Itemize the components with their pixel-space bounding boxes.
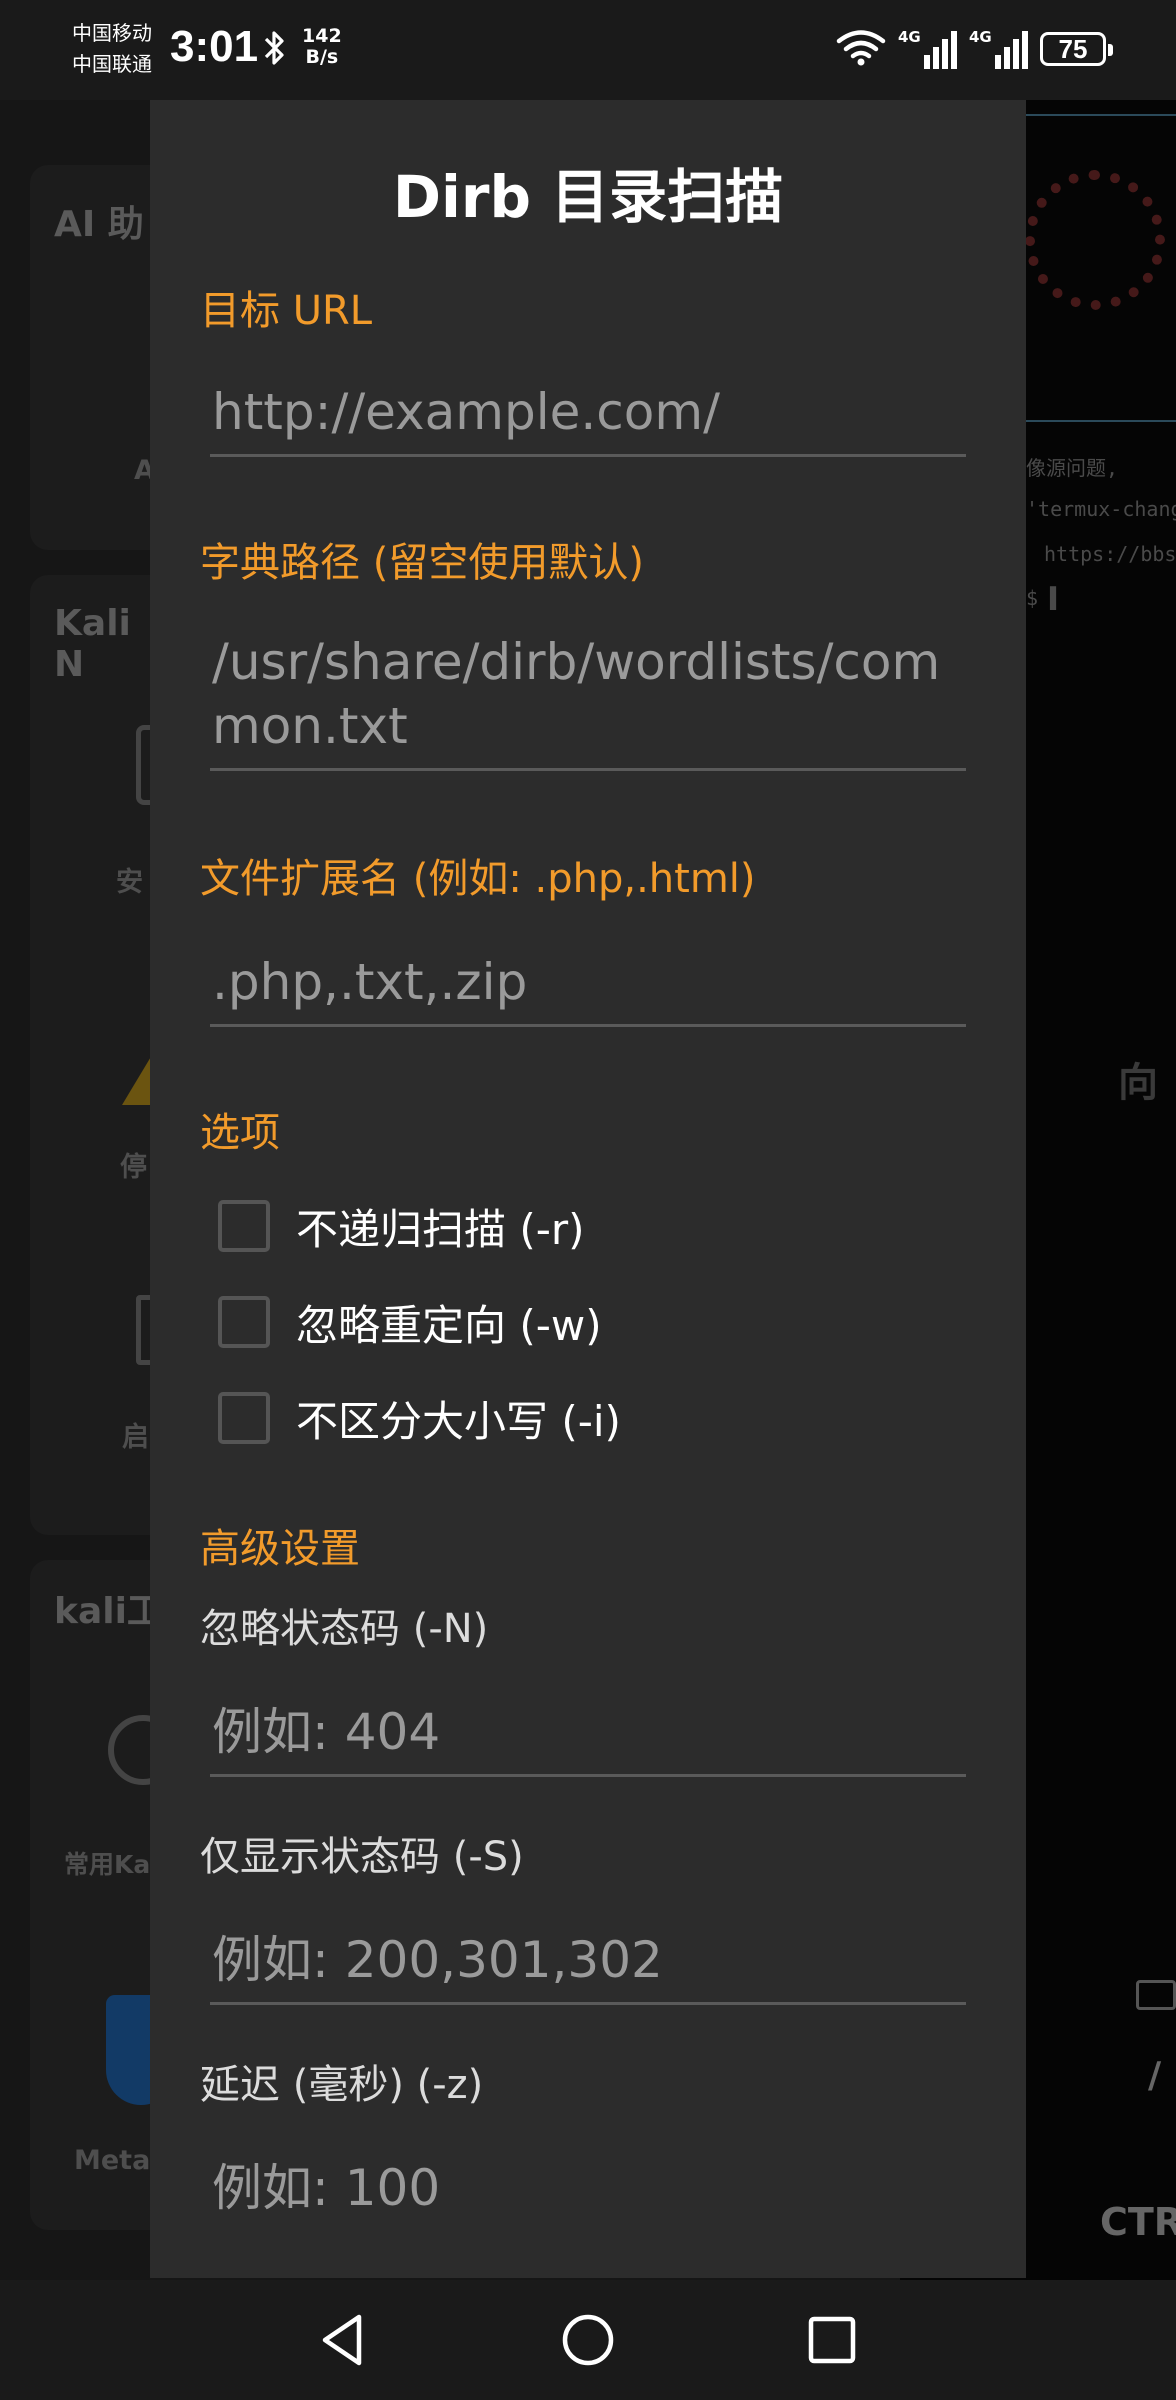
option-label: 不递归扫描 (-r): [296, 1204, 585, 1254]
option-label: 忽略重定向 (-w): [296, 1300, 602, 1350]
bg-label: 启: [122, 1422, 149, 1453]
checkbox[interactable]: [218, 1392, 270, 1444]
target-url-label: 目标 URL: [200, 288, 373, 334]
advanced-settings-label: 高级设置: [200, 1526, 360, 1572]
bg-label: 停: [120, 1152, 147, 1183]
terminal-line: 'termux-chang: [1026, 497, 1176, 521]
ignore-codes-label: 忽略状态码 (-N): [200, 1606, 489, 1652]
signal-sim1-icon: 4G: [898, 29, 957, 69]
battery-icon: 75: [1040, 32, 1113, 66]
option-label: 不区分大小写 (-i): [296, 1396, 621, 1446]
net-speed-unit: B/s: [305, 46, 339, 68]
terminal-key[interactable]: CTR: [1100, 2200, 1176, 2244]
wordlist-label: 字典路径 (留空使用默认): [200, 540, 644, 586]
dirb-scan-dialog: Dirb 目录扫描 目标 URL http://example.com/ 字典路…: [150, 100, 1026, 2278]
home-circle-icon[interactable]: [558, 2310, 618, 2370]
dialog-title: Dirb 目录扫描: [392, 163, 784, 231]
bg-card-tools: kali工 常用Ka Metas: [30, 1560, 178, 2230]
bg-card-title: AI 助: [54, 204, 144, 245]
show-codes-label: 仅显示状态码 (-S): [200, 1834, 524, 1880]
delay-label: 延迟 (毫秒) (-z): [200, 2062, 484, 2108]
recents-square-icon[interactable]: [802, 2310, 862, 2370]
net-speed-value: 142: [302, 25, 342, 47]
terminal-divider: [1026, 114, 1176, 116]
show-codes-input[interactable]: 例如: 200,301,302: [210, 1928, 966, 2005]
options-label: 选项: [200, 1110, 280, 1156]
terminal-side-text: 向: [1118, 1060, 1158, 1106]
terminal-backspace-icon[interactable]: [1136, 1980, 1176, 2010]
status-icons: 4G 4G 75: [836, 28, 1113, 70]
ignore-codes-input[interactable]: 例如: 404: [210, 1700, 966, 1777]
terminal-ascii-logo: [1025, 170, 1165, 310]
delay-input[interactable]: 例如: 100: [210, 2156, 966, 2230]
status-bar: 中国移动 中国联通 3:01 142 B/s 4G 4G 75: [0, 0, 1176, 100]
carrier-1: 中国移动: [72, 21, 152, 45]
extensions-input[interactable]: .php,.txt,.zip: [210, 950, 966, 1027]
extensions-label: 文件扩展名 (例如: .php,.html): [200, 856, 756, 902]
back-triangle-icon[interactable]: [312, 2310, 372, 2370]
checkbox[interactable]: [218, 1296, 270, 1348]
wordlist-input[interactable]: /usr/share/dirb/wordlists/common.txt: [210, 630, 966, 771]
option-case-insensitive[interactable]: 不区分大小写 (-i): [218, 1388, 621, 1448]
signal-sim2-icon: 4G: [969, 29, 1028, 69]
bg-card-title: kali工: [54, 1591, 163, 1632]
bg-card-ai: AI 助 A: [30, 165, 170, 550]
bg-card-kali: Kali N 安 停 启: [30, 575, 182, 1535]
checkbox[interactable]: [218, 1200, 270, 1252]
wifi-icon: [836, 28, 886, 70]
terminal-line: 像源问题,: [1026, 456, 1119, 480]
target-url-input[interactable]: http://example.com/: [210, 380, 966, 457]
terminal-divider: [1026, 420, 1176, 422]
network-speed: 142 B/s: [302, 26, 342, 68]
bluetooth-icon: [262, 28, 288, 72]
bg-label: 常用Ka: [64, 1850, 151, 1879]
sim2-network-tag: 4G: [969, 28, 992, 46]
clock: 3:01: [170, 22, 259, 71]
navigation-bar: [0, 2280, 1176, 2400]
carrier-2: 中国联通: [72, 52, 152, 76]
bg-label: 安: [116, 867, 143, 898]
terminal-line: https://bbs.: [1044, 542, 1176, 566]
terminal-key[interactable]: /: [1148, 2055, 1161, 2096]
carrier-info: 中国移动 中国联通: [72, 18, 152, 80]
terminal-line: $ ▌: [1026, 586, 1063, 610]
option-no-recursive[interactable]: 不递归扫描 (-r): [218, 1196, 585, 1256]
option-ignore-redirect[interactable]: 忽略重定向 (-w): [218, 1292, 602, 1352]
sim1-network-tag: 4G: [898, 28, 921, 46]
